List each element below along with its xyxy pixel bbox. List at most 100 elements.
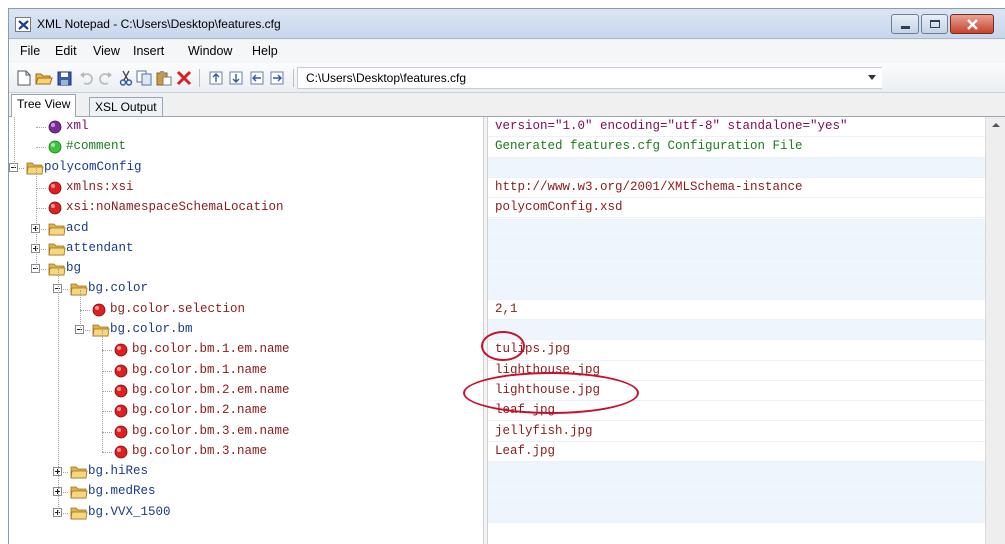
tree-node-label[interactable]: bg.VVX_1500 <box>88 505 171 519</box>
tree-node-label[interactable]: xsi:noNamespaceSchemaLocation <box>66 200 284 214</box>
tree-node-label[interactable]: xml <box>66 119 89 133</box>
tree-row[interactable]: xml <box>9 117 483 137</box>
tree-guide-line <box>14 117 15 168</box>
toolbar-separator <box>293 69 294 87</box>
menu-help[interactable]: Help <box>252 44 278 58</box>
cut-button[interactable] <box>117 69 135 87</box>
value-row[interactable] <box>488 502 985 523</box>
tree-row[interactable]: #comment <box>9 137 483 157</box>
value-row[interactable]: version="1.0" encoding="utf-8" standalon… <box>488 117 985 138</box>
tree-node-label[interactable]: bg.color.bm.3.name <box>132 444 267 458</box>
attribute-icon <box>114 343 128 360</box>
tree-node-label[interactable]: bg.medRes <box>88 484 156 498</box>
value-row[interactable]: Leaf.jpg <box>488 442 985 463</box>
value-row[interactable] <box>488 238 985 260</box>
paste-button[interactable] <box>155 69 173 87</box>
value-row[interactable] <box>488 279 985 300</box>
tree-node-label[interactable]: bg.color.bm.2.name <box>132 403 267 417</box>
value-row[interactable]: Generated features.cfg Configuration Fil… <box>488 137 985 158</box>
value-row[interactable]: polycomConfig.xsd <box>488 198 985 219</box>
window-title: XML Notepad - C:\Users\Desktop\features.… <box>37 17 281 31</box>
node-value[interactable]: version="1.0" encoding="utf-8" standalon… <box>495 119 848 133</box>
tree-row[interactable]: polycomConfig <box>9 158 483 178</box>
menu-insert[interactable]: Insert <box>133 44 164 58</box>
value-row[interactable] <box>488 320 985 341</box>
tree-row[interactable]: bg.color.bm.2.name <box>9 401 483 421</box>
tree-row[interactable]: bg.color.bm.3.name <box>9 442 483 462</box>
vertical-scrollbar[interactable] <box>985 117 1005 544</box>
node-value-pane[interactable]: version="1.0" encoding="utf-8" standalon… <box>488 117 985 544</box>
minimize-button[interactable] <box>891 14 919 34</box>
tree-row[interactable]: xsi:noNamespaceSchemaLocation <box>9 198 483 218</box>
menu-window[interactable]: Window <box>188 44 232 58</box>
value-row[interactable]: jellyfish.jpg <box>488 422 985 442</box>
tree-node-label[interactable]: bg <box>66 261 81 275</box>
nudge-up-button[interactable] <box>207 69 225 87</box>
value-row[interactable]: http://www.w3.org/2001/XMLSchema-instanc… <box>488 178 985 199</box>
undo-button[interactable] <box>77 69 95 87</box>
tree-node-label[interactable]: bg.color.bm <box>110 322 193 336</box>
tree-row[interactable]: bg.hiRes <box>9 462 483 482</box>
tree-node-label[interactable]: #comment <box>66 139 126 153</box>
tree-row[interactable]: bg.medRes <box>9 482 483 502</box>
node-value[interactable]: Leaf.jpg <box>495 444 555 458</box>
value-row[interactable]: tulips.jpg <box>488 340 985 361</box>
value-row[interactable] <box>488 218 985 239</box>
tree-node-label[interactable]: bg.color.bm.1.em.name <box>132 342 290 356</box>
delete-button[interactable] <box>175 69 193 87</box>
value-row[interactable] <box>488 482 985 503</box>
tree-row[interactable]: bg.color.bm.1.name <box>9 361 483 381</box>
nudge-down-button[interactable] <box>227 69 245 87</box>
tree-row[interactable]: bg <box>9 259 483 279</box>
scroll-up-icon[interactable] <box>992 123 1000 127</box>
tree-connector <box>102 370 112 372</box>
tree-view-pane[interactable]: xml #comment polycomConfig xmlns:xsi xsi:noN… <box>9 117 483 544</box>
new-button[interactable] <box>15 69 33 87</box>
maximize-button[interactable] <box>921 14 948 34</box>
tree-node-label[interactable]: polycomConfig <box>44 160 142 174</box>
tree-node-label[interactable]: bg.color.bm.2.em.name <box>132 383 290 397</box>
nudge-left-button[interactable] <box>248 69 266 87</box>
tree-row[interactable]: attendant <box>9 239 483 259</box>
tree-row[interactable]: bg.color.bm.3.em.name <box>9 422 483 442</box>
value-row[interactable] <box>488 462 985 483</box>
save-button[interactable] <box>55 69 73 87</box>
file-path-combobox[interactable]: C:\Users\Desktop\features.cfg <box>297 67 882 89</box>
tree-node-label[interactable]: xmlns:xsi <box>66 180 134 194</box>
close-button[interactable] <box>950 14 994 34</box>
title-bar[interactable]: XML Notepad - C:\Users\Desktop\features.… <box>9 9 1005 39</box>
chevron-down-icon[interactable] <box>868 75 876 80</box>
cut-icon <box>119 70 133 86</box>
tree-row[interactable]: acd <box>9 219 483 239</box>
value-row[interactable] <box>488 259 985 280</box>
menu-file[interactable]: File <box>20 44 40 58</box>
tree-node-label[interactable]: bg.hiRes <box>88 464 148 478</box>
tree-node-label[interactable]: bg.color.bm.3.em.name <box>132 424 290 438</box>
tree-connector <box>102 390 112 392</box>
tree-node-label[interactable]: bg.color <box>88 281 148 295</box>
tree-node-label[interactable]: acd <box>66 221 89 235</box>
node-value[interactable]: polycomConfig.xsd <box>495 200 623 214</box>
tree-row[interactable]: bg.color.bm.1.em.name <box>9 340 483 360</box>
tab-tree-view[interactable]: Tree View <box>11 94 77 117</box>
tab-xsl-output[interactable]: XSL Output <box>89 97 163 117</box>
tree-row[interactable]: bg.color.bm.2.em.name <box>9 381 483 401</box>
nudge-right-button[interactable] <box>268 69 286 87</box>
copy-button[interactable] <box>135 69 153 87</box>
node-value[interactable]: jellyfish.jpg <box>495 424 593 438</box>
tree-row[interactable]: bg.VVX_1500 <box>9 503 483 523</box>
value-row[interactable] <box>488 157 985 178</box>
tree-node-label[interactable]: bg.color.bm.1.name <box>132 363 267 377</box>
tree-node-label[interactable]: bg.color.selection <box>110 302 245 316</box>
redo-button[interactable] <box>97 69 115 87</box>
node-value[interactable]: Generated features.cfg Configuration Fil… <box>495 139 803 153</box>
menu-view[interactable]: View <box>93 44 120 58</box>
menu-edit[interactable]: Edit <box>55 44 77 58</box>
node-value[interactable]: http://www.w3.org/2001/XMLSchema-instanc… <box>495 180 803 194</box>
tree-node-label[interactable]: attendant <box>66 241 134 255</box>
attribute-icon <box>114 364 128 381</box>
value-row[interactable]: 2,1 <box>488 300 985 320</box>
open-button[interactable] <box>35 69 53 87</box>
tree-row[interactable]: xmlns:xsi <box>9 178 483 198</box>
node-value[interactable]: 2,1 <box>495 302 518 316</box>
